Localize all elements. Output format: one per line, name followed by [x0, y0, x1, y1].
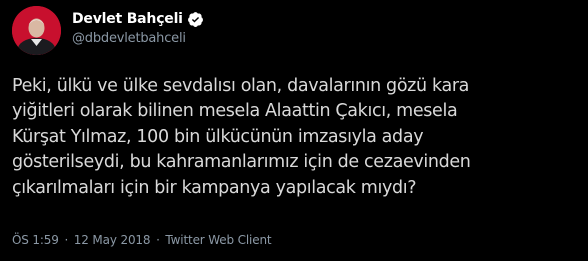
tweet-client[interactable]: Twitter Web Client — [165, 233, 271, 247]
tweet-card: Devlet Bahçeli @dbdevletbahceli Peki, ül… — [0, 0, 588, 261]
author-display-name[interactable]: Devlet Bahçeli — [72, 11, 183, 27]
tweet-date[interactable]: 12 May 2018 — [74, 233, 151, 247]
avatar-image — [12, 6, 61, 55]
verified-badge-icon — [187, 11, 204, 28]
author-handle[interactable]: @dbdevletbahceli — [72, 31, 186, 46]
meta-separator: · — [156, 233, 160, 247]
author-name-row[interactable]: Devlet Bahçeli — [72, 9, 204, 29]
meta-separator: · — [64, 233, 69, 247]
tweet-time[interactable]: ÖS 1:59 — [12, 233, 59, 247]
tweet-text: Peki, ülkü ve ülke sevdalısı olan, daval… — [12, 76, 471, 198]
tweet-meta: ÖS 1:59 · 12 May 2018 · Twitter Web Clie… — [12, 233, 272, 247]
avatar[interactable] — [12, 6, 61, 55]
